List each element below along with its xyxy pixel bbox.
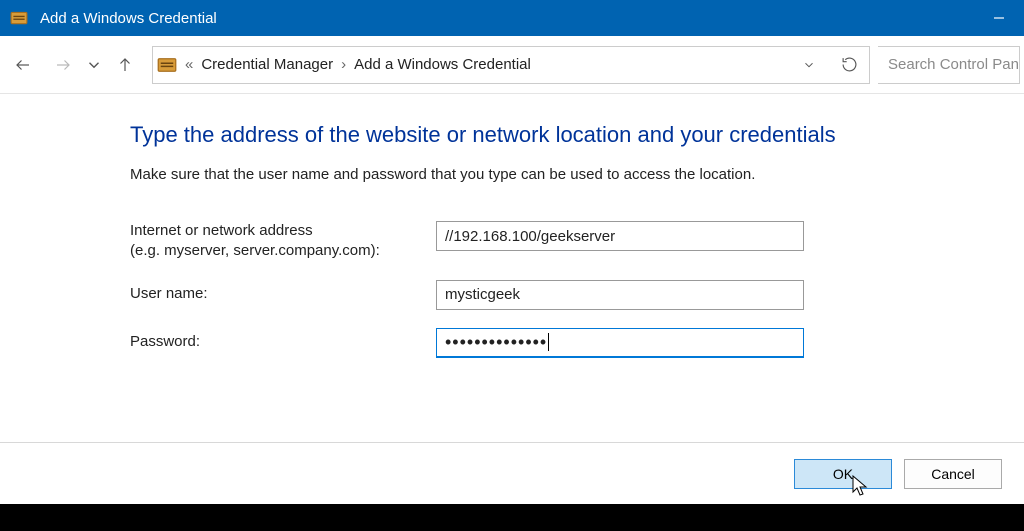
cancel-button[interactable]: Cancel <box>904 459 1002 489</box>
dialog-footer: OK Cancel <box>0 442 1024 504</box>
window-title: Add a Windows Credential <box>40 10 217 27</box>
credential-manager-icon <box>10 9 28 27</box>
nav-recent-dropdown[interactable] <box>84 47 104 83</box>
titlebar: Add a Windows Credential <box>0 0 1024 36</box>
nav-back-button[interactable] <box>4 47 42 83</box>
text-caret <box>548 333 549 351</box>
credential-manager-icon <box>157 55 177 75</box>
navbar: « Credential Manager › Add a Windows Cre… <box>0 36 1024 94</box>
address-bar[interactable]: « Credential Manager › Add a Windows Cre… <box>152 46 870 84</box>
password-field-label: Password: <box>130 332 436 352</box>
address-input[interactable] <box>436 221 804 251</box>
breadcrumb-separator-icon: › <box>341 56 346 73</box>
ok-button[interactable]: OK <box>794 459 892 489</box>
address-dropdown-button[interactable] <box>793 47 825 83</box>
breadcrumb-seg-credential-manager[interactable]: Credential Manager <box>201 56 333 73</box>
address-field-label: Internet or network address (e.g. myserv… <box>130 221 436 262</box>
page-subtext: Make sure that the user name and passwor… <box>130 166 1024 183</box>
search-input[interactable]: Search Control Panel <box>878 46 1020 84</box>
minimize-button[interactable] <box>974 0 1024 36</box>
breadcrumb-seg-add-credential[interactable]: Add a Windows Credential <box>354 56 531 73</box>
breadcrumb-prefix-icon: « <box>185 56 193 73</box>
search-placeholder: Search Control Panel <box>888 56 1020 73</box>
username-input[interactable] <box>436 280 804 310</box>
page-heading: Type the address of the website or netwo… <box>130 122 1024 148</box>
nav-forward-button[interactable] <box>44 47 82 83</box>
refresh-button[interactable] <box>833 47 865 83</box>
username-field-label: User name: <box>130 284 436 304</box>
nav-up-button[interactable] <box>106 47 144 83</box>
password-input[interactable]: •••••••••••••• <box>436 328 804 358</box>
content-area: Type the address of the website or netwo… <box>0 94 1024 442</box>
